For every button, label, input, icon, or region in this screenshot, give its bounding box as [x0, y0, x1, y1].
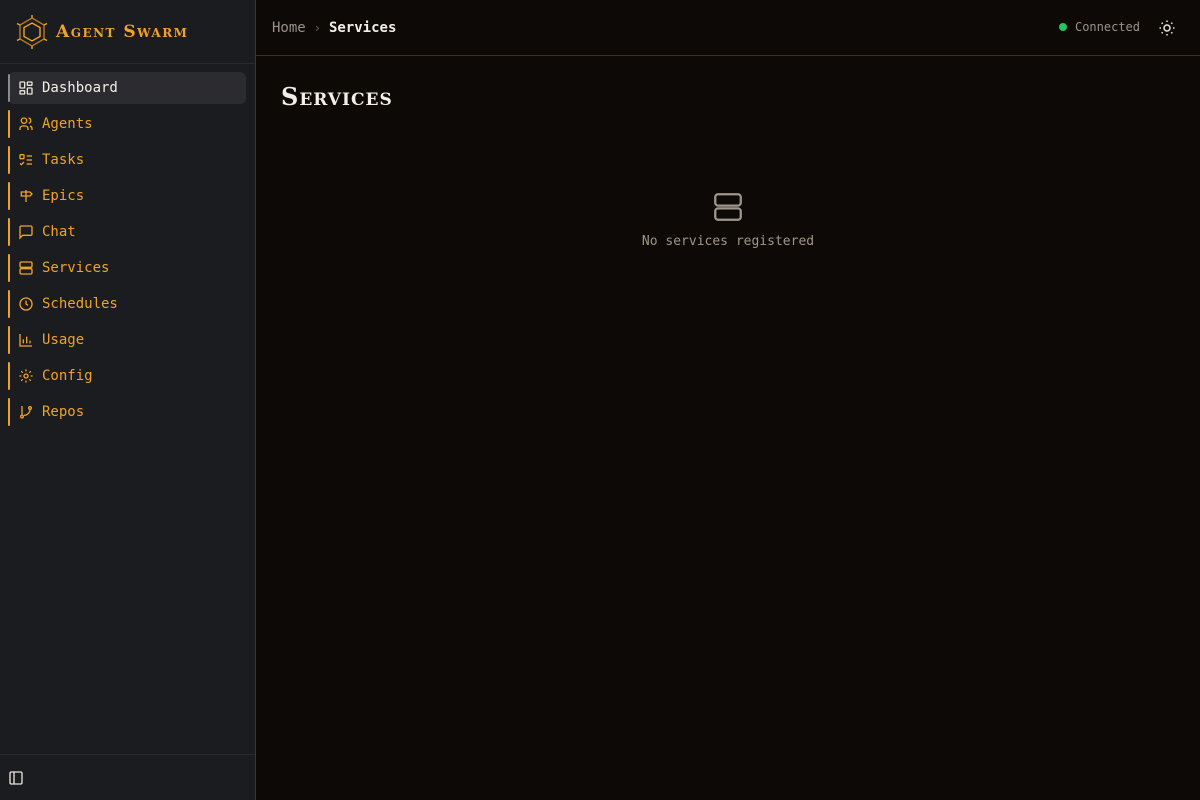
sun-icon: [1159, 20, 1175, 36]
sidebar-item-label: Agents: [42, 116, 93, 132]
empty-state-text: No services registered: [641, 234, 815, 249]
bar-chart-icon: [18, 332, 34, 348]
signpost-icon: [18, 188, 34, 204]
sidebar-item-dashboard[interactable]: Dashboard: [8, 72, 246, 104]
sidebar-item-tasks[interactable]: Tasks: [8, 144, 246, 176]
sidebar-item-label: Epics: [42, 188, 85, 204]
dashboard-icon: [18, 80, 34, 96]
sidebar-item-label: Chat: [42, 224, 76, 240]
server-icon: [714, 193, 742, 221]
sidebar-item-chat[interactable]: Chat: [8, 216, 246, 248]
chevron-right-icon: ›: [313, 20, 321, 35]
sidebar-item-config[interactable]: Config: [8, 360, 246, 392]
sidebar-item-label: Tasks: [42, 152, 85, 168]
connection-status: Connected: [1058, 20, 1140, 34]
sidebar-item-repos[interactable]: Repos: [8, 396, 246, 428]
sidebar-item-label: Usage: [42, 332, 85, 348]
breadcrumb-current: Services: [328, 19, 397, 36]
page-title: Services: [281, 82, 393, 111]
clock-icon: [18, 296, 34, 312]
sidebar-item-epics[interactable]: Epics: [8, 180, 246, 212]
sidebar-toggle-icon[interactable]: [8, 770, 24, 786]
brand[interactable]: Agent Swarm: [0, 0, 255, 64]
sidebar-nav: Dashboard Agents Tasks Epics Chat Servic…: [0, 64, 255, 428]
sidebar: Agent Swarm Dashboard Agents Tasks Epics: [0, 0, 256, 800]
sidebar-item-schedules[interactable]: Schedules: [8, 288, 246, 320]
brand-name: Agent Swarm: [56, 21, 189, 42]
hexagon-logo-icon: [16, 14, 48, 49]
sidebar-item-agents[interactable]: Agents: [8, 108, 246, 140]
breadcrumb: Home › Services: [272, 20, 396, 36]
status-dot: [1058, 23, 1067, 31]
sidebar-item-label: Schedules: [42, 296, 118, 312]
sidebar-item-label: Services: [42, 260, 110, 276]
sidebar-item-label: Config: [42, 368, 93, 384]
theme-toggle-button[interactable]: [1158, 19, 1176, 37]
status-label: Connected: [1074, 20, 1140, 34]
git-branch-icon: [18, 404, 34, 420]
gear-icon: [18, 368, 34, 384]
empty-state: No services registered: [256, 190, 1200, 249]
tasks-icon: [18, 152, 34, 168]
chat-icon: [18, 224, 34, 240]
sidebar-item-services[interactable]: Services: [8, 252, 246, 284]
sidebar-item-label: Repos: [42, 404, 85, 420]
server-icon: [18, 260, 34, 276]
topbar: Home › Services Connected: [256, 0, 1200, 56]
breadcrumb-home[interactable]: Home: [272, 20, 306, 36]
users-icon: [18, 116, 34, 132]
sidebar-item-usage[interactable]: Usage: [8, 324, 246, 356]
sidebar-item-label: Dashboard: [42, 80, 118, 96]
sidebar-footer: [0, 754, 255, 800]
